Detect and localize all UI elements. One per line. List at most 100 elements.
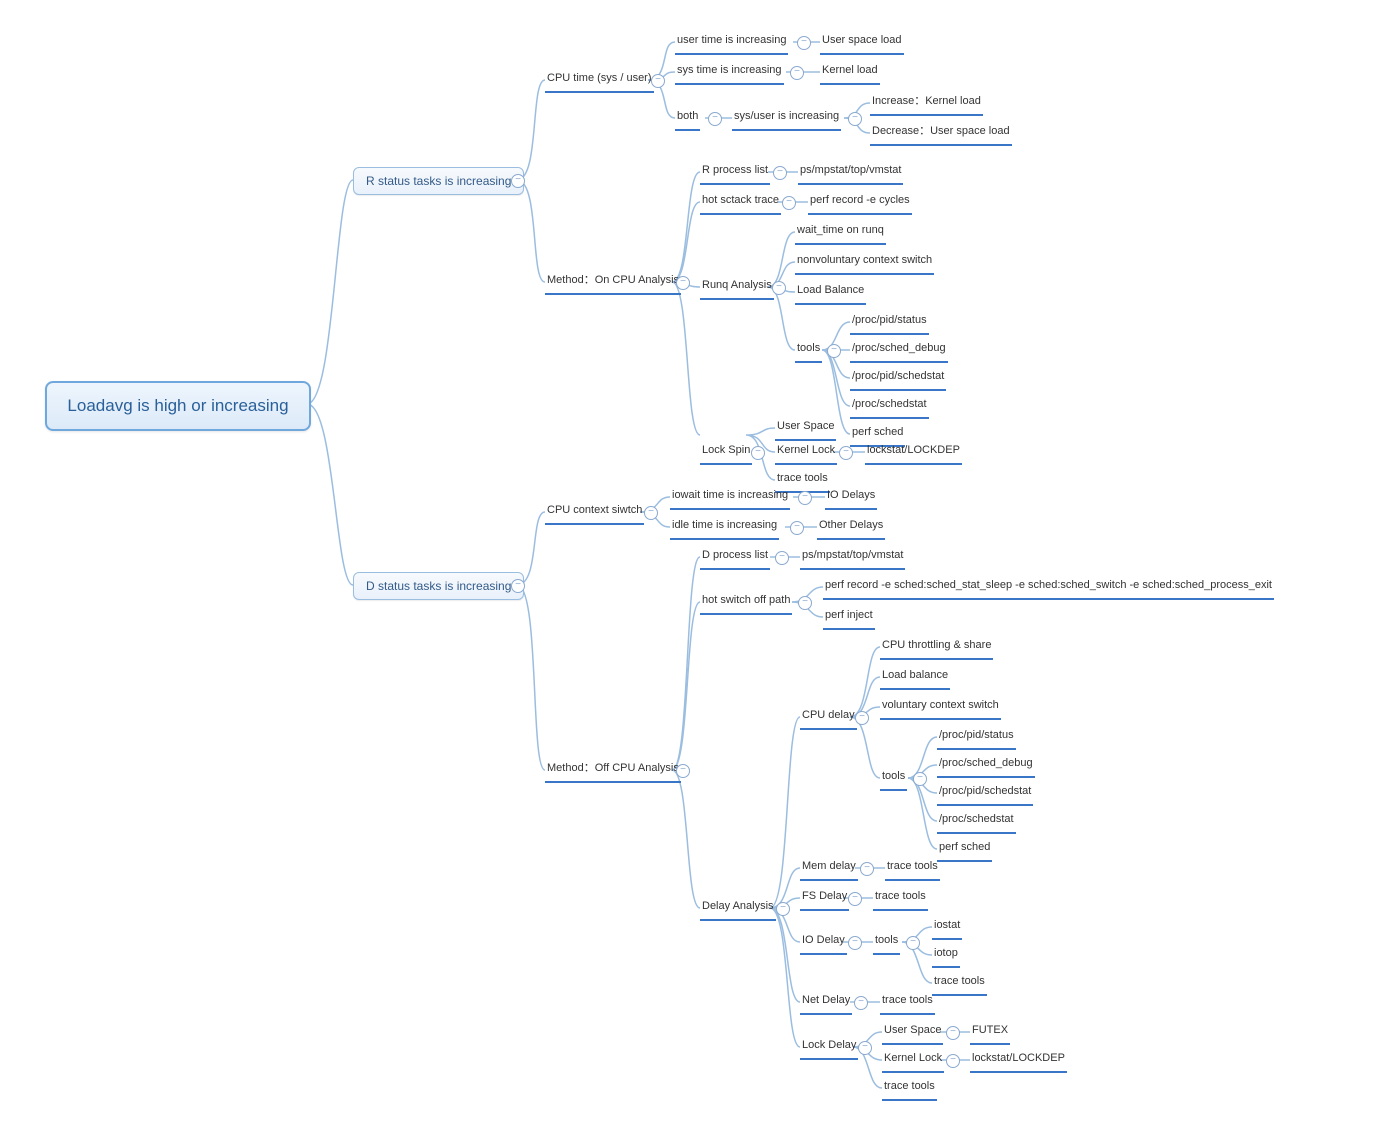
leaf-perf-record-sched: perf record -e sched:sched_stat_sleep -e… <box>823 575 1274 600</box>
node-lock-delay[interactable]: Lock Delay <box>800 1035 858 1060</box>
connector-layer <box>20 20 1357 1110</box>
toggle-icon[interactable]: − <box>676 764 690 778</box>
node-both[interactable]: both <box>675 106 700 131</box>
leaf-d-t2: /proc/sched_debug <box>937 753 1035 778</box>
node-cpu-ctx-switch[interactable]: CPU context siwtch <box>545 500 644 525</box>
node-kernel-lock-2[interactable]: Kernel Lock <box>882 1048 944 1073</box>
toggle-icon[interactable]: − <box>708 112 722 126</box>
leaf-d-loadbal: Load balance <box>880 665 950 690</box>
toggle-icon[interactable]: − <box>776 902 790 916</box>
toggle-icon[interactable]: − <box>511 174 525 188</box>
node-tools-r[interactable]: tools <box>795 338 822 363</box>
node-sys-time-inc[interactable]: sys time is increasing <box>675 60 784 85</box>
leaf-dec-user: Decrease：User space load <box>870 121 1012 146</box>
leaf-lockstat-2: lockstat/LOCKDEP <box>970 1048 1067 1073</box>
node-delay-analysis[interactable]: Delay Analysis <box>700 896 776 921</box>
toggle-icon[interactable]: − <box>644 506 658 520</box>
leaf-trace-1: trace tools <box>885 856 940 881</box>
leaf-lockstat: lockstat/LOCKDEP <box>865 440 962 465</box>
leaf-r-t4: /proc/schedstat <box>850 394 929 419</box>
leaf-perf-inject: perf inject <box>823 605 875 630</box>
toggle-icon[interactable]: − <box>860 862 874 876</box>
toggle-icon[interactable]: − <box>854 996 868 1010</box>
node-user-space-2[interactable]: User Space <box>882 1020 943 1045</box>
leaf-iostat: iostat <box>932 915 962 940</box>
node-cpu-delay[interactable]: CPU delay <box>800 705 857 730</box>
leaf-r-t2: /proc/sched_debug <box>850 338 948 363</box>
node-io-delay[interactable]: IO Delay <box>800 930 847 955</box>
mindmap-canvas: Loadavg is high or increasing R status t… <box>20 20 1357 1110</box>
toggle-icon[interactable]: − <box>775 551 789 565</box>
leaf-d-t5: perf sched <box>937 837 992 862</box>
node-d-process-list[interactable]: D process list <box>700 545 770 570</box>
node-hot-switch-off[interactable]: hot switch off path <box>700 590 792 615</box>
toggle-icon[interactable]: − <box>511 579 525 593</box>
node-hot-stack[interactable]: hot sctack trace <box>700 190 781 215</box>
leaf-futex: FUTEX <box>970 1020 1010 1045</box>
node-io-tools[interactable]: tools <box>873 930 900 955</box>
leaf-trace-3: trace tools <box>932 971 987 996</box>
leaf-trace-4: trace tools <box>880 990 935 1015</box>
leaf-wait-runq: wait_time on runq <box>795 220 886 245</box>
toggle-icon[interactable]: − <box>790 521 804 535</box>
root-node[interactable]: Loadavg is high or increasing <box>45 381 311 431</box>
toggle-icon[interactable]: − <box>798 491 812 505</box>
leaf-inc-kernel: Increase：Kernel load <box>870 91 983 116</box>
toggle-icon[interactable]: − <box>772 281 786 295</box>
leaf-throttling: CPU throttling & share <box>880 635 993 660</box>
leaf-r-t1: /proc/pid/status <box>850 310 929 335</box>
toggle-icon[interactable]: − <box>855 711 869 725</box>
node-iowait-inc[interactable]: iowait time is increasing <box>670 485 790 510</box>
toggle-icon[interactable]: − <box>848 936 862 950</box>
node-idle-inc[interactable]: idle time is increasing <box>670 515 779 540</box>
toggle-icon[interactable]: − <box>906 936 920 950</box>
leaf-d-t4: /proc/schedstat <box>937 809 1016 834</box>
branch-r-status[interactable]: R status tasks is increasing <box>353 167 524 195</box>
leaf-vol-ctx: voluntary context switch <box>880 695 1001 720</box>
node-lock-spin[interactable]: Lock Spin <box>700 440 752 465</box>
node-fs-delay[interactable]: FS Delay <box>800 886 849 911</box>
toggle-icon[interactable]: − <box>848 892 862 906</box>
leaf-other-delays: Other Delays <box>817 515 885 540</box>
node-runq-analysis[interactable]: Runq Analysis <box>700 275 774 300</box>
node-tools-d[interactable]: tools <box>880 766 907 791</box>
node-net-delay[interactable]: Net Delay <box>800 990 852 1015</box>
leaf-iotop: iotop <box>932 943 960 968</box>
leaf-trace-5: trace tools <box>882 1076 937 1101</box>
node-method-off-cpu[interactable]: Method：Off CPU Analysis <box>545 758 681 783</box>
toggle-icon[interactable]: − <box>651 74 665 88</box>
leaf-nonvol-ctx: nonvoluntary context switch <box>795 250 934 275</box>
toggle-icon[interactable]: − <box>676 276 690 290</box>
toggle-icon[interactable]: − <box>858 1041 872 1055</box>
toggle-icon[interactable]: − <box>773 166 787 180</box>
toggle-icon[interactable]: − <box>782 196 796 210</box>
toggle-icon[interactable]: − <box>913 772 927 786</box>
node-sysuser-inc[interactable]: sys/user is increasing <box>732 106 841 131</box>
node-kernel-lock[interactable]: Kernel Lock <box>775 440 837 465</box>
leaf-loadbal: Load Balance <box>795 280 866 305</box>
node-mem-delay[interactable]: Mem delay <box>800 856 858 881</box>
node-cpu-time[interactable]: CPU time (sys / user) <box>545 68 654 93</box>
branch-d-status[interactable]: D status tasks is increasing <box>353 572 524 600</box>
leaf-user-space-load: User space load <box>820 30 904 55</box>
node-r-process-list[interactable]: R process list <box>700 160 770 185</box>
toggle-icon[interactable]: − <box>946 1026 960 1040</box>
leaf-io-delays: IO Delays <box>825 485 877 510</box>
leaf-kernel-load: Kernel load <box>820 60 880 85</box>
leaf-d-t3: /proc/pid/schedstat <box>937 781 1033 806</box>
toggle-icon[interactable]: − <box>790 66 804 80</box>
leaf-d-t1: /proc/pid/status <box>937 725 1016 750</box>
node-user-time-inc[interactable]: user time is increasing <box>675 30 788 55</box>
toggle-icon[interactable]: − <box>839 446 853 460</box>
toggle-icon[interactable]: − <box>827 344 841 358</box>
toggle-icon[interactable]: − <box>946 1054 960 1068</box>
node-method-on-cpu[interactable]: Method：On CPU Analysis <box>545 270 681 295</box>
toggle-icon[interactable]: − <box>798 596 812 610</box>
leaf-ps-tools: ps/mpstat/top/vmstat <box>798 160 903 185</box>
leaf-user-space: User Space <box>775 416 836 441</box>
leaf-trace-2: trace tools <box>873 886 928 911</box>
leaf-r-t3: /proc/pid/schedstat <box>850 366 946 391</box>
toggle-icon[interactable]: − <box>848 112 862 126</box>
toggle-icon[interactable]: − <box>751 446 765 460</box>
toggle-icon[interactable]: − <box>797 36 811 50</box>
